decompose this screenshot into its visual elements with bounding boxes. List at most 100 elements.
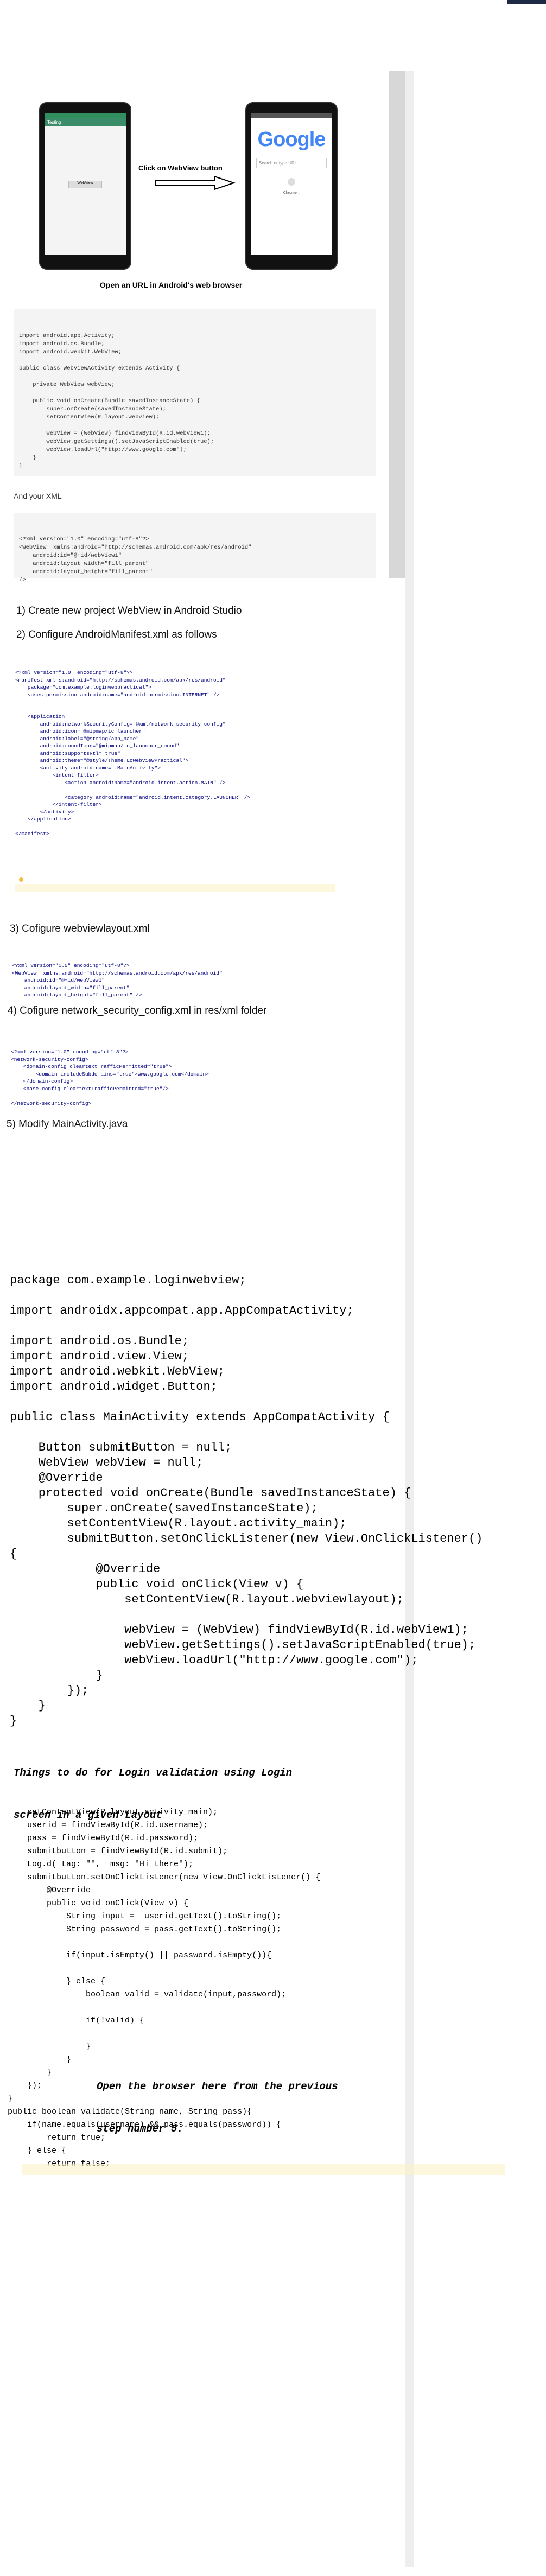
main-activity-code-line: Button submitButton = null; (10, 1441, 232, 1454)
manifest-code-line: </manifest> (15, 831, 49, 837)
network-security-code-line: <domain-config cleartextTrafficPermitted… (11, 1064, 172, 1070)
webviewlayout-code-line: android:layout_height="fill_parent" /> (12, 992, 142, 998)
login-code-line: String password = pass.getText().toStrin… (8, 1925, 282, 1934)
webviewlayout-code-line: android:layout_width="fill_parent" (12, 984, 130, 991)
main-activity-code-line: submitButton.setOnClickListener(new View… (10, 1532, 483, 1545)
webview-activity-code-line: import android.os.Bundle; (19, 341, 105, 347)
phone-right: Google Search or type URL Chrome ↓ (245, 102, 338, 270)
main-activity-code-line: import androidx.appcompat.app.AppCompatA… (10, 1304, 354, 1318)
main-activity-code-line (10, 1607, 531, 1623)
main-activity-code-line: public class MainActivity extends AppCom… (10, 1410, 390, 1424)
webview-activity-code-line: public class WebViewActivity extends Act… (19, 365, 180, 372)
webview-activity-code-line: private WebView webView; (19, 381, 115, 388)
step-4-heading: 4) Cofigure network_security_config.xml … (8, 1005, 267, 1016)
mic-icon (288, 178, 295, 186)
login-code-line: @Override (8, 1886, 91, 1895)
manifest-code-line (15, 786, 341, 794)
phone-left-webview-button: WebView (68, 181, 102, 188)
manifest-code-line (15, 698, 341, 706)
main-activity-code-line: webView = (WebView) findViewById(R.id.we… (10, 1623, 468, 1637)
main-activity-code-line: webView.getSettings().setJavaScriptEnabl… (10, 1638, 476, 1652)
network-security-code-line: <domain includeSubdomains="true">www.goo… (11, 1071, 209, 1077)
manifest-code: <?xml version="1.0" encoding="utf-8"?> <m… (15, 654, 341, 845)
login-code-line: } else { (8, 1977, 106, 1986)
webview-activity-code-line: webView.getSettings().setJavaScriptEnabl… (19, 438, 214, 445)
webview-xml-code-line: android:id="@+id/webView1" (19, 552, 122, 559)
browser-note-line-2: step number 5. (97, 2123, 183, 2135)
login-highlight-bar (22, 2164, 505, 2175)
manifest-code-line: android:label="@string/app_name" (15, 735, 139, 742)
code-block-webview-activity: import android.app.Activity; import andro… (14, 309, 376, 476)
main-activity-code-line: @Override (10, 1562, 161, 1576)
webview-xml-code-line: /> (19, 577, 26, 583)
manifest-code-line: <activity android:name=".MainActivity"> (15, 765, 161, 771)
network-security-code: <?xml version="1.0" encoding="utf-8"?> <n… (11, 1034, 337, 1115)
network-security-code-line: </domain-config> (11, 1078, 73, 1084)
main-activity-code-line: super.onCreate(savedInstanceState); (10, 1502, 318, 1515)
login-code-line (8, 2001, 529, 2014)
main-activity-code-line: protected void onCreate(Bundle savedInst… (10, 1486, 411, 1500)
login-code-line: submitbutton = findViewById(R.id.submit)… (8, 1847, 228, 1856)
network-security-code-line (11, 1092, 337, 1100)
webview-activity-code-line: webView = (WebView) findViewById(R.id.we… (19, 430, 211, 437)
side-panel-track (389, 71, 405, 578)
main-activity-code-line: setContentView(R.layout.activity_main); (10, 1517, 347, 1530)
webview-activity-code-line (19, 422, 371, 430)
webview-xml-code-line: <?xml version="1.0" encoding="utf-8"?> (19, 536, 149, 543)
todo-heading-line-1: Things to do for Login validation using … (14, 1767, 293, 1779)
webviewlayout-code-line: <WebView xmlns:android="http://schemas.a… (12, 970, 223, 976)
manifest-code-line: package="com.example.loginwebpractical"> (15, 684, 151, 690)
main-activity-code-line: } (10, 1669, 103, 1682)
webviewlayout-code: <?xml version="1.0" encoding="utf-8"?> <W… (12, 947, 338, 1006)
manifest-code-line: <category android:name="android.intent.c… (15, 794, 251, 800)
phone-right-search-box: Search or type URL (256, 158, 327, 168)
webview-activity-code-line (19, 373, 371, 381)
webview-activity-code-line: } (19, 463, 23, 469)
phone-right-footer: Chrome ↓ (283, 191, 300, 195)
phone-left: Testing WebView (39, 102, 131, 270)
main-activity-code-line: { (10, 1547, 17, 1561)
manifest-code-line: <uses-permission android:name="android.p… (15, 691, 220, 698)
browser-note-line-1: Open the browser here from the previous (97, 2081, 338, 2092)
main-activity-code-line: package com.example.loginwebview; (10, 1274, 246, 1287)
main-activity-code-line (10, 1319, 531, 1334)
main-activity-code: package com.example.loginwebview; import… (10, 1243, 531, 1744)
webview-activity-code-line (19, 357, 371, 365)
main-activity-code-line: } (10, 1699, 46, 1713)
webview-activity-code-line: setContentView(R.layout.webview); (19, 414, 160, 421)
webview-activity-code-line: import android.webkit.WebView; (19, 349, 122, 355)
login-code-line: String input = userid.getText().toString… (8, 1912, 282, 1921)
login-code-line (8, 1962, 529, 1975)
login-code-line: setContentView(R.layout.activity_main); (8, 1808, 218, 1817)
main-activity-code-line (10, 1395, 531, 1410)
main-activity-code-line: import android.widget.Button; (10, 1380, 218, 1394)
main-activity-code-line: import android.os.Bundle; (10, 1334, 189, 1348)
network-security-code-line: <base-config cleartextTrafficPermitted="… (11, 1085, 169, 1092)
network-security-code-line: <?xml version="1.0" encoding="utf-8"?> (11, 1049, 129, 1055)
login-code-line: Log.d( tag: "", msg: "Hi there"); (8, 1860, 194, 1869)
manifest-code-line: <intent-filter> (15, 772, 99, 778)
manifest-code-line: </application> (15, 816, 71, 822)
main-activity-code-line: @Override (10, 1471, 103, 1485)
manifest-code-line: <manifest xmlns:android="http://schemas.… (15, 677, 226, 683)
webviewlayout-code-line: android:id="@+id/webView1" (12, 977, 105, 983)
login-code-line: userid = findViewById(R.id.username); (8, 1821, 208, 1830)
webview-activity-code-line: super.onCreate(savedInstanceState); (19, 406, 166, 412)
main-activity-code-line (10, 1288, 531, 1303)
manifest-code-line: <action android:name="android.intent.act… (15, 779, 226, 786)
main-activity-code-line: webView.loadUrl("http://www.google.com")… (10, 1653, 418, 1667)
login-code-line: submitbutton.setOnClickListener(new View… (8, 1873, 321, 1882)
manifest-code-line: android:supportsRtl="true" (15, 750, 120, 756)
manifest-code-line: <application (15, 714, 65, 720)
manifest-code-line: android:theme="@style/Theme.LoWebViewPra… (15, 758, 189, 764)
and-xml-text: And your XML (14, 492, 62, 500)
webview-activity-code-line (19, 389, 371, 397)
login-code-line (8, 2027, 529, 2040)
webview-xml-code-line: android:layout_height="fill_parent" (19, 569, 153, 575)
manifest-code-line: android:roundIcon="@mipmap/ic_launcher_r… (15, 743, 180, 749)
step-1-heading: 1) Create new project WebView in Android… (16, 605, 242, 616)
main-activity-code-line: }); (10, 1684, 89, 1697)
login-code-line: public void onClick(View v) { (8, 1899, 189, 1908)
manifest-code-line (15, 706, 341, 714)
webview-xml-code-line: android:layout_width="fill_parent" (19, 561, 149, 567)
